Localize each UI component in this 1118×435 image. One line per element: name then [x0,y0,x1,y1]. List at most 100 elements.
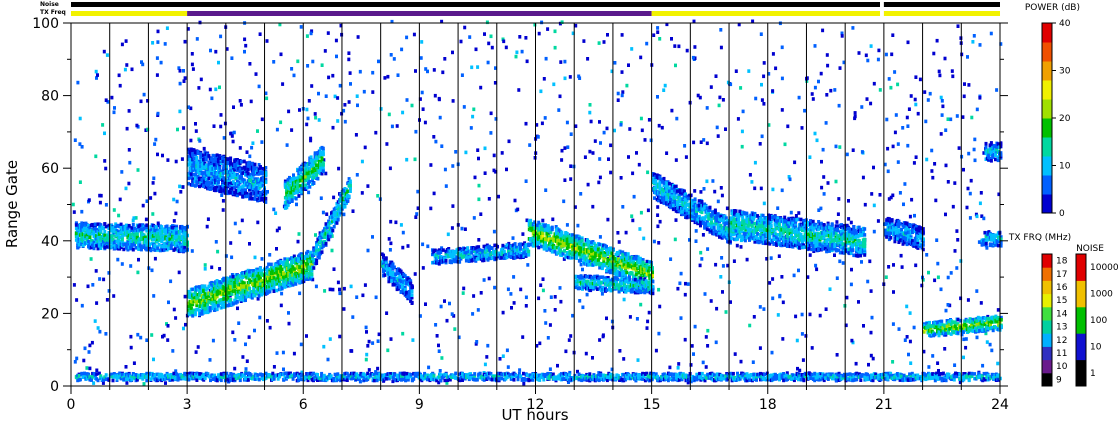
echo-cell [75,298,79,302]
echo-cell [244,188,247,192]
echo-cell [529,218,533,223]
echo-cell [866,279,870,284]
echo-cell [311,59,315,64]
echo-cell [605,126,609,131]
echo-cell [423,120,427,125]
echo-cell [753,186,757,191]
echo-cell [745,257,749,262]
echo-cell [392,265,396,270]
echo-cell [295,202,298,207]
echo-cell [175,199,179,204]
echo-cell [275,228,279,233]
echo-cell [828,287,832,291]
echo-cell [180,157,184,161]
echo-cell [606,217,610,222]
echo-cell [759,32,763,36]
echo-cell [820,159,823,164]
echo-cell [501,243,505,248]
echo-cell [762,61,766,65]
echo-cell [125,381,129,385]
echo-cell [673,237,677,242]
echo-cell [253,255,257,260]
echo-cell [171,349,175,353]
echo-cell [426,244,430,249]
echo-cell [476,308,480,312]
echo-cell [485,20,489,25]
echo-cell [336,96,340,100]
echo-cell [127,229,131,234]
echo-cell [190,52,194,56]
echo-cell [296,239,300,244]
echo-cell [944,212,947,217]
echo-cell [167,300,170,305]
echo-cell [279,120,283,125]
echo-cell [321,169,325,173]
echo-cell [979,191,983,195]
echo-cell [891,322,895,326]
echo-cell [314,115,318,120]
echo-cell [817,79,820,84]
echo-cell [512,301,516,305]
echo-cell [912,325,916,330]
echo-cell [189,172,193,176]
echo-cell [152,294,156,298]
echo-cell [248,62,252,66]
echo-cell [646,170,650,175]
echo-cell [179,190,183,194]
echo-cell [104,166,108,171]
echo-cell [477,238,481,242]
echo-cell [230,186,234,191]
echo-cell [240,297,243,302]
echo-cell [541,218,545,223]
echo-cell [189,306,193,310]
echo-cell [606,33,609,37]
echo-cell [700,257,704,261]
echo-cell [860,260,863,264]
echo-cell [250,197,254,201]
echo-cell [598,235,602,239]
echo-cell [636,358,640,362]
echo-cell [253,162,257,167]
echo-cell [569,132,573,136]
echo-cell [265,96,269,101]
echo-cell [248,273,252,278]
echo-cell [925,253,929,257]
echo-cell [342,108,346,113]
echo-cell [232,130,236,135]
echo-cell [598,175,602,180]
echo-cell [715,306,719,311]
echo-cell [165,26,169,30]
echo-cell [971,40,975,44]
echo-cell [355,173,359,177]
echo-cell [401,230,405,235]
echo-cell [155,73,159,77]
echo-cell [315,261,319,265]
echo-cell [287,109,291,114]
echo-cell [703,292,707,296]
echo-cell [348,183,352,188]
echo-cell [124,186,128,191]
echo-cell [719,45,723,50]
echo-cell [963,82,966,86]
echo-cell [519,242,522,246]
echo-cell [269,262,273,267]
echo-cell [539,89,543,94]
echo-cell [195,183,199,187]
echo-cell [771,52,775,56]
echo-cell [335,221,339,225]
echo-cell [833,88,837,92]
echo-cell [497,194,500,199]
echo-cell [982,216,986,221]
echo-cell [82,358,86,363]
echo-cell [279,52,283,57]
echo-cell [396,73,400,77]
echo-cell [486,343,490,348]
echo-cell [172,307,176,312]
echo-cell [475,340,479,344]
echo-cell [206,217,210,221]
echo-cell [893,70,897,74]
echo-cell [777,254,781,258]
echo-cell [216,291,220,296]
echo-cell [619,176,623,180]
echo-cell [218,85,221,90]
